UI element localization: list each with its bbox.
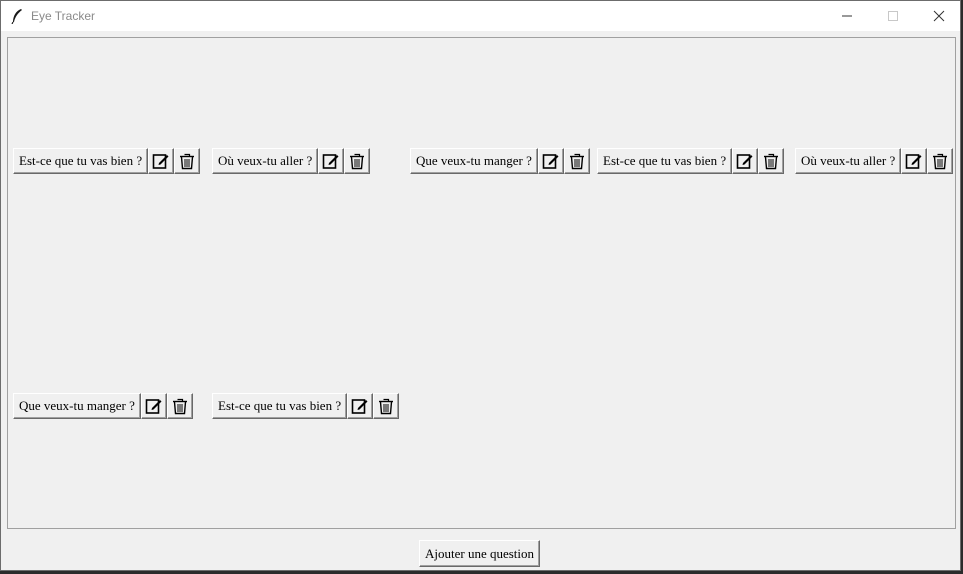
edit-button[interactable] xyxy=(732,148,759,174)
question-item: Où veux-tu aller ? xyxy=(212,148,371,174)
add-question-button[interactable]: Ajouter une question xyxy=(419,540,541,567)
question-item: Où veux-tu aller ? xyxy=(795,148,954,174)
feather-icon xyxy=(11,9,22,24)
question-button[interactable]: Où veux-tu aller ? xyxy=(795,148,902,174)
delete-button[interactable] xyxy=(927,148,954,174)
trash-icon xyxy=(180,153,195,170)
close-button[interactable] xyxy=(916,1,962,31)
delete-button[interactable] xyxy=(166,393,193,419)
trash-icon xyxy=(172,398,187,415)
question-item: Est-ce que tu vas bien ? xyxy=(597,148,785,174)
question-item: Est-ce que tu vas bien ? xyxy=(212,393,400,419)
delete-button[interactable] xyxy=(344,148,371,174)
edit-icon xyxy=(905,154,922,169)
delete-button[interactable] xyxy=(563,148,590,174)
edit-icon xyxy=(736,154,753,169)
trash-icon xyxy=(569,153,584,170)
questions-canvas xyxy=(7,37,956,529)
delete-button[interactable] xyxy=(174,148,201,174)
delete-button[interactable] xyxy=(373,393,400,419)
minimize-icon xyxy=(842,15,852,17)
delete-button[interactable] xyxy=(758,148,785,174)
edit-button[interactable] xyxy=(140,393,167,419)
question-button[interactable]: Est-ce que tu vas bien ? xyxy=(212,393,348,419)
question-button[interactable]: Est-ce que tu vas bien ? xyxy=(13,148,149,174)
trash-icon xyxy=(350,153,365,170)
edit-button[interactable] xyxy=(148,148,175,174)
minimize-button[interactable] xyxy=(824,1,870,31)
edit-icon xyxy=(542,154,559,169)
edit-button[interactable] xyxy=(537,148,564,174)
question-button[interactable]: Que veux-tu manger ? xyxy=(13,393,141,419)
edit-button[interactable] xyxy=(901,148,928,174)
question-button[interactable]: Que veux-tu manger ? xyxy=(410,148,538,174)
trash-icon xyxy=(379,398,394,415)
question-button[interactable]: Est-ce que tu vas bien ? xyxy=(597,148,733,174)
edit-button[interactable] xyxy=(318,148,345,174)
question-item: Est-ce que tu vas bien ? xyxy=(13,148,201,174)
edit-button[interactable] xyxy=(347,393,374,419)
title-bar[interactable]: Eye Tracker xyxy=(1,1,960,31)
question-button[interactable]: Où veux-tu aller ? xyxy=(212,148,319,174)
question-item: Que veux-tu manger ? xyxy=(410,148,590,174)
close-icon xyxy=(933,10,945,22)
trash-icon xyxy=(764,153,779,170)
trash-icon xyxy=(933,153,948,170)
app-window: Eye Tracker Est-ce que tu vas bien ? Où … xyxy=(0,0,961,571)
window-title: Eye Tracker xyxy=(31,9,96,23)
edit-icon xyxy=(152,154,169,169)
maximize-icon xyxy=(888,11,898,21)
edit-icon xyxy=(322,154,339,169)
question-item: Que veux-tu manger ? xyxy=(13,393,193,419)
edit-icon xyxy=(145,399,162,414)
maximize-button[interactable] xyxy=(870,1,916,31)
edit-icon xyxy=(351,399,368,414)
